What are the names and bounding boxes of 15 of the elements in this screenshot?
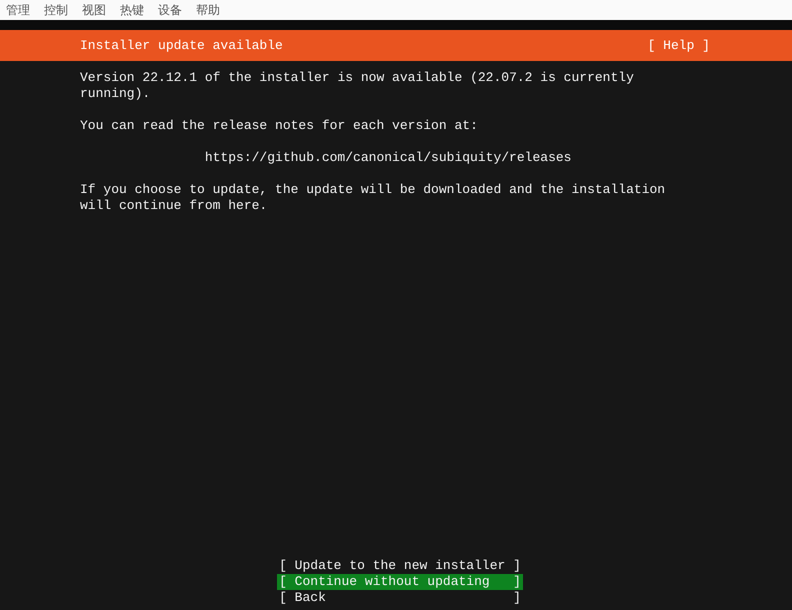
body-text: Version 22.12.1 of the installer is now available (22.07.2 is currently running). xyxy=(80,70,635,102)
menu-item[interactable]: 视图 xyxy=(82,2,106,18)
body-text: If you choose to update, the update will be downloaded and the installation will continue from here. xyxy=(80,182,666,214)
menu-item[interactable]: 控制 xyxy=(44,2,68,18)
release-notes-url: https://github.com/canonical/subiquity/releases xyxy=(204,150,572,166)
menu-item[interactable]: 热键 xyxy=(120,2,144,18)
menu-option[interactable]: [ Back ] xyxy=(277,590,523,606)
menu-option[interactable]: [ Update to the new installer ] xyxy=(277,558,523,574)
menu-option[interactable]: [ Continue without updating ] xyxy=(277,574,523,590)
menu-item[interactable]: 管理 xyxy=(6,2,30,18)
menu-item[interactable]: 帮助 xyxy=(196,2,220,18)
menu-item[interactable]: 设备 xyxy=(158,2,182,18)
header-title: Installer update available xyxy=(80,38,283,54)
body-text: You can read the release notes for each version at: xyxy=(80,118,479,134)
help-button[interactable]: [ Help ] xyxy=(648,38,710,54)
